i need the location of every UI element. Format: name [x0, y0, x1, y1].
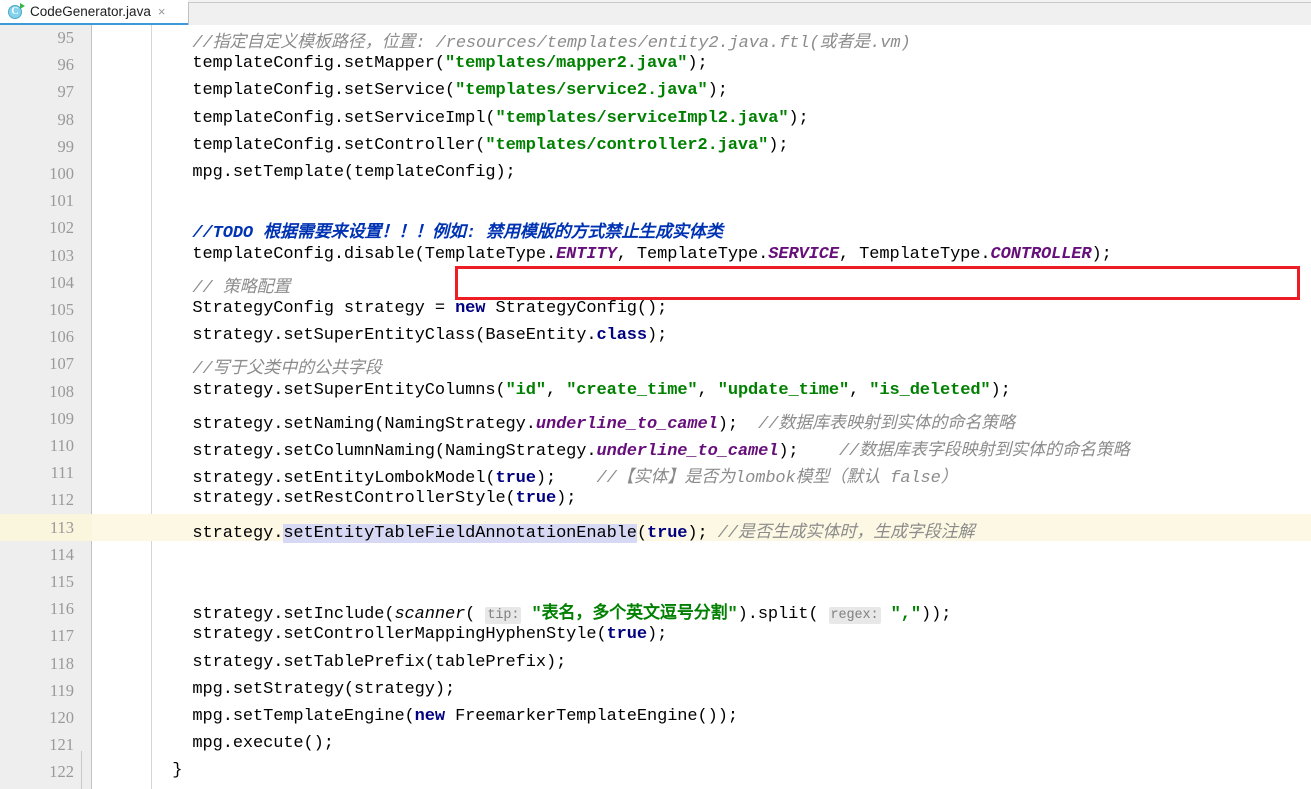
line-number[interactable]: 112	[0, 490, 74, 510]
line-number[interactable]: 109	[0, 409, 74, 429]
code-line[interactable]: 97 templateConfig.setService("templates/…	[0, 78, 1311, 105]
code-line[interactable]: 118 strategy.setTablePrefix(tablePrefix)…	[0, 650, 1311, 677]
code-line[interactable]: 114	[0, 541, 1311, 568]
code-line-text: strategy.setColumnNaming(NamingStrategy.…	[152, 442, 1130, 461]
code-line-text: strategy.setInclude(scanner( tip: "表名，多个…	[152, 605, 952, 625]
code-line[interactable]: 117 strategy.setControllerMappingHyphenS…	[0, 622, 1311, 649]
line-number[interactable]: 111	[0, 463, 74, 483]
code-line[interactable]: 119 mpg.setStrategy(strategy);	[0, 677, 1311, 704]
code-line[interactable]: 120 mpg.setTemplateEngine(new Freemarker…	[0, 704, 1311, 731]
line-number[interactable]: 110	[0, 436, 74, 456]
code-line-text: }	[152, 761, 183, 781]
line-number[interactable]: 118	[0, 654, 74, 674]
editor-tab-bar: C CodeGenerator.java ×	[0, 0, 1311, 25]
code-line-text: templateConfig.setMapper("templates/mapp…	[152, 54, 708, 74]
code-line-text: strategy.setControllerMappingHyphenStyle…	[152, 625, 668, 645]
code-line-text: strategy.setNaming(NamingStrategy.underl…	[152, 414, 1015, 434]
code-line[interactable]: 104 // 策略配置	[0, 269, 1311, 298]
code-line[interactable]: 113 strategy.setEntityTableFieldAnnotati…	[0, 513, 1311, 543]
code-line[interactable]: 100 mpg.setTemplate(templateConfig);	[0, 160, 1311, 187]
line-number[interactable]: 95	[0, 28, 75, 48]
java-class-icon: C	[8, 2, 25, 20]
code-editor[interactable]: 95 //指定自定义模板路径，位置: /resources/templates/…	[0, 25, 1311, 789]
line-number[interactable]: 117	[0, 626, 74, 646]
line-number[interactable]: 121	[0, 735, 74, 755]
line-number[interactable]: 102	[0, 218, 74, 238]
code-line-text: //TODO 根据需要来设置！！！例如: 禁用模版的方式禁止生成实体类	[152, 224, 723, 244]
code-line[interactable]: 95 //指定自定义模板路径，位置: /resources/templates/…	[0, 25, 1311, 53]
line-number[interactable]: 115	[0, 572, 74, 592]
code-line-text: strategy.setSuperEntityClass(BaseEntity.…	[152, 326, 668, 346]
code-line-text: mpg.setTemplate(templateConfig);	[152, 163, 516, 182]
line-number[interactable]: 100	[0, 164, 74, 184]
line-number[interactable]: 120	[0, 708, 74, 728]
code-line[interactable]: 112 strategy.setRestControllerStyle(true…	[0, 486, 1311, 513]
code-line-text: mpg.setStrategy(strategy);	[152, 679, 456, 699]
code-line[interactable]: 121 mpg.execute();	[0, 731, 1311, 758]
code-line-text: //写于父类中的公共字段	[152, 360, 382, 380]
code-line-text: templateConfig.disable(TemplateType.ENTI…	[152, 244, 1112, 264]
code-line-text: //指定自定义模板路径，位置: /resources/templates/ent…	[152, 34, 911, 53]
line-number[interactable]: 106	[0, 327, 74, 347]
line-number[interactable]: 119	[0, 681, 74, 701]
code-line[interactable]: 98 templateConfig.setServiceImpl("templa…	[0, 106, 1311, 133]
line-number[interactable]: 105	[0, 300, 74, 320]
close-icon[interactable]: ×	[158, 5, 166, 18]
code-line[interactable]: 106 strategy.setSuperEntityClass(BaseEnt…	[0, 323, 1311, 350]
code-line[interactable]: 109 strategy.setNaming(NamingStrategy.un…	[0, 405, 1311, 434]
code-line[interactable]: 96 templateConfig.setMapper("templates/m…	[0, 51, 1311, 78]
code-line-text: mpg.setTemplateEngine(new FreemarkerTemp…	[152, 707, 738, 726]
tab-strip-empty-area	[188, 2, 1311, 25]
tab-code-generator-java[interactable]: C CodeGenerator.java ×	[0, 0, 188, 25]
code-line-text: strategy.setSuperEntityColumns("id", "cr…	[152, 380, 1011, 400]
line-number[interactable]: 98	[0, 110, 75, 130]
code-line[interactable]: 105 StrategyConfig strategy = new Strate…	[0, 296, 1311, 323]
code-line-text: templateConfig.setService("templates/ser…	[152, 81, 728, 101]
code-line[interactable]: 103 templateConfig.disable(TemplateType.…	[0, 242, 1311, 269]
code-line[interactable]: 116 strategy.setInclude(scanner( tip: "表…	[0, 595, 1311, 625]
line-number[interactable]: 99	[0, 137, 75, 157]
code-line[interactable]: 99 templateConfig.setController("templat…	[0, 133, 1311, 160]
code-line-text: strategy.setEntityTableFieldAnnotationEn…	[152, 523, 975, 543]
line-number[interactable]: 107	[0, 354, 74, 374]
code-line[interactable]: 110 strategy.setColumnNaming(NamingStrat…	[0, 432, 1311, 461]
line-number[interactable]: 103	[0, 246, 74, 266]
code-line[interactable]: 107 //写于父类中的公共字段	[0, 350, 1311, 380]
code-line-text: // 策略配置	[152, 278, 291, 298]
line-number[interactable]: 104	[0, 273, 74, 293]
line-number[interactable]: 96	[0, 55, 75, 75]
code-line-text: strategy.setRestControllerStyle(true);	[152, 489, 577, 509]
line-number[interactable]: 122	[0, 762, 74, 782]
code-line[interactable]: 101	[0, 187, 1311, 214]
code-line-text: mpg.execute();	[152, 734, 334, 754]
code-line-text: templateConfig.setServiceImpl("templates…	[152, 108, 809, 128]
code-line[interactable]: 102 //TODO 根据需要来设置！！！例如: 禁用模版的方式禁止生成实体类	[0, 214, 1311, 244]
tab-title: CodeGenerator.java	[30, 4, 151, 19]
code-line-text: strategy.setEntityLombokModel(true); //【…	[152, 469, 958, 489]
code-line[interactable]: 122 }	[0, 758, 1311, 785]
line-number[interactable]: 97	[0, 82, 75, 102]
code-line-text: StrategyConfig strategy = new StrategyCo…	[152, 299, 668, 318]
line-number[interactable]: 113	[0, 518, 74, 538]
line-number[interactable]: 114	[0, 545, 74, 565]
code-line-text: templateConfig.setController("templates/…	[152, 135, 789, 155]
line-number[interactable]: 108	[0, 382, 74, 402]
line-number[interactable]: 101	[0, 191, 74, 211]
line-number[interactable]: 116	[0, 599, 74, 619]
code-line[interactable]: 108 strategy.setSuperEntityColumns("id",…	[0, 378, 1311, 405]
fold-guide-line	[81, 751, 82, 789]
code-line-text: strategy.setTablePrefix(tablePrefix);	[152, 652, 567, 672]
code-line[interactable]: 115	[0, 568, 1311, 595]
code-line[interactable]: 111 strategy.setEntityLombokModel(true);…	[0, 459, 1311, 489]
